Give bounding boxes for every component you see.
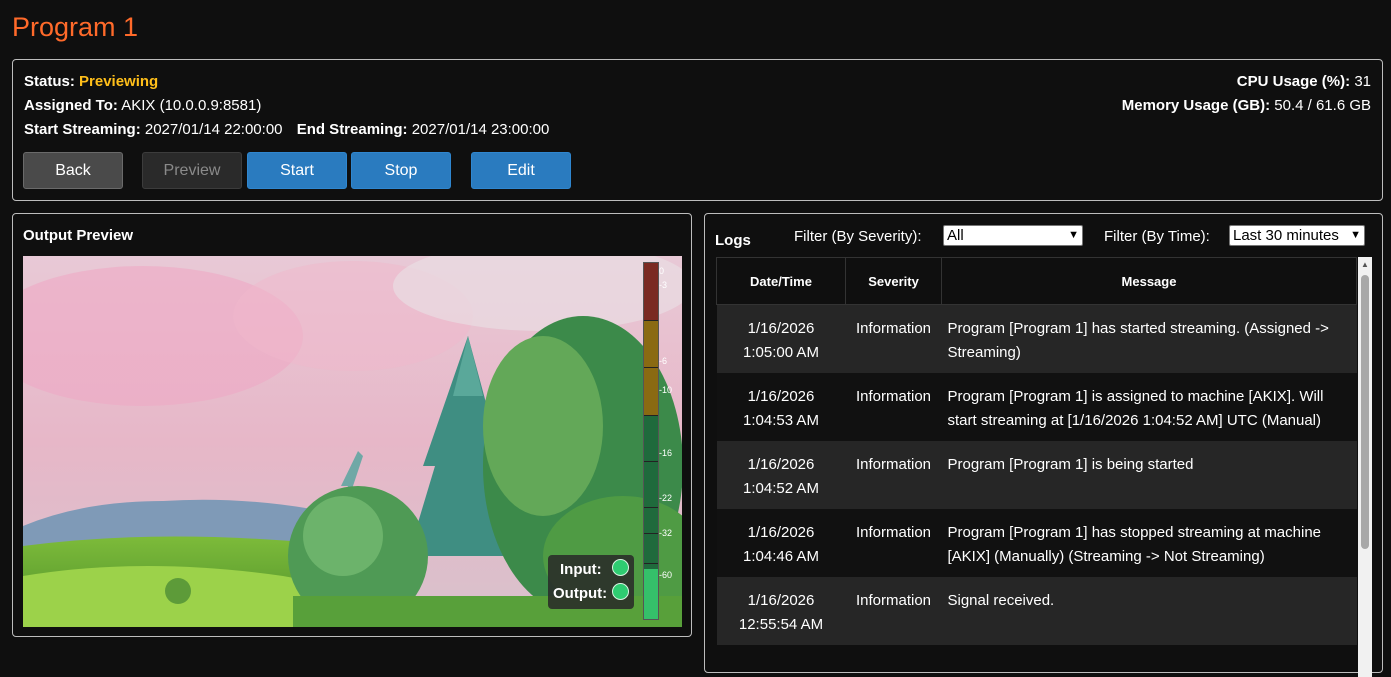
chevron-down-icon: ▼ xyxy=(1068,229,1079,241)
log-message: Signal received. xyxy=(941,577,1357,645)
input-status-icon xyxy=(612,559,629,576)
output-preview-title: Output Preview xyxy=(23,227,134,244)
meter-divider xyxy=(644,415,658,416)
log-severity: Information xyxy=(845,304,942,373)
log-date: 1/16/2026 xyxy=(747,592,815,609)
log-date: 1/16/2026 xyxy=(747,320,815,337)
table-row: 1/16/2026 1:04:46 AM Information Program… xyxy=(716,509,1357,577)
logs-table: Date/Time Severity Message 1/16/2026 1:0… xyxy=(716,257,1357,645)
log-time: 12:55:54 AM xyxy=(738,616,824,633)
output-preview-panel: Output Preview 0 -3 -6 -10 -16 -22 -32 -… xyxy=(12,213,692,637)
table-row: 1/16/2026 1:04:52 AM Information Program… xyxy=(716,441,1357,509)
log-time: 1:05:00 AM xyxy=(743,344,819,361)
cpu-usage-line: CPU Usage (%): 31 xyxy=(1237,73,1371,90)
table-row: 1/16/2026 1:05:00 AM Information Program… xyxy=(716,304,1357,373)
streaming-schedule-line: Start Streaming: 2027/01/14 22:00:00 End… xyxy=(24,121,549,138)
column-header-datetime[interactable]: Date/Time xyxy=(716,257,846,305)
arrow-up-icon[interactable]: ▲ xyxy=(1361,260,1369,269)
audio-level-meter xyxy=(643,262,659,620)
meter-divider xyxy=(644,533,658,534)
meter-divider xyxy=(644,461,658,462)
meter-tick: -10 xyxy=(659,385,673,395)
log-datetime: 1/16/2026 1:04:52 AM xyxy=(716,441,846,509)
assigned-value: AKIX (10.0.0.9:8581) xyxy=(121,97,262,114)
output-label: Output: xyxy=(553,585,608,602)
preview-button[interactable]: Preview xyxy=(142,152,242,189)
log-time: 1:04:46 AM xyxy=(743,548,819,565)
logs-scrollbar[interactable]: ▲ xyxy=(1358,257,1372,677)
meter-divider xyxy=(644,563,658,564)
time-filter-select[interactable]: Last 30 minutes ▼ xyxy=(1229,225,1365,246)
signal-status-box: Input: Output: xyxy=(548,555,634,609)
input-label: Input: xyxy=(560,561,602,578)
meter-tick: -3 xyxy=(659,280,668,290)
log-severity: Information xyxy=(845,373,942,441)
meter-divider xyxy=(644,507,658,508)
meter-divider xyxy=(644,320,658,321)
memory-usage-label: Memory Usage (GB): xyxy=(1121,97,1271,114)
logs-panel: Logs Filter (By Severity): All ▼ Filter … xyxy=(704,213,1383,677)
cpu-usage-value: 31 xyxy=(1354,73,1371,90)
log-time: 1:04:53 AM xyxy=(743,412,819,429)
status-line: Status: Previewing xyxy=(24,73,158,90)
log-datetime: 1/16/2026 1:04:46 AM xyxy=(716,509,846,577)
status-panel: Status: Previewing Assigned To: AKIX (10… xyxy=(12,59,1383,201)
scrollbar-thumb[interactable] xyxy=(1361,275,1369,549)
video-preview[interactable]: 0 -3 -6 -10 -16 -22 -32 -60 Input: Outpu… xyxy=(23,256,682,627)
cpu-usage-label: CPU Usage (%): xyxy=(1236,73,1351,90)
chevron-down-icon: ▼ xyxy=(1350,229,1361,241)
logs-title: Logs xyxy=(715,232,751,249)
start-button[interactable]: Start xyxy=(247,152,347,189)
start-streaming-value: 2027/01/14 22:00:00 xyxy=(144,121,283,138)
logs-header-row: Date/Time Severity Message xyxy=(716,257,1357,305)
log-severity: Information xyxy=(845,441,942,509)
log-date: 1/16/2026 xyxy=(747,388,815,405)
log-date: 1/16/2026 xyxy=(747,456,815,473)
severity-filter-select[interactable]: All ▼ xyxy=(943,225,1083,246)
stop-button[interactable]: Stop xyxy=(351,152,451,189)
column-header-severity[interactable]: Severity xyxy=(845,257,942,305)
start-streaming-label: Start Streaming: xyxy=(24,121,141,138)
memory-usage-value: 50.4 / 61.6 GB xyxy=(1274,97,1371,114)
log-message: Program [Program 1] is assigned to machi… xyxy=(941,373,1357,441)
time-filter-value: Last 30 minutes xyxy=(1233,227,1339,244)
log-severity: Information xyxy=(845,509,942,577)
status-value: Previewing xyxy=(79,73,159,90)
page-title: Program 1 xyxy=(12,12,139,42)
table-row: 1/16/2026 12:55:54 AM Information Signal… xyxy=(716,577,1357,645)
column-header-message[interactable]: Message xyxy=(941,257,1357,305)
status-label: Status: xyxy=(24,73,75,90)
end-streaming-label: End Streaming: xyxy=(296,121,408,138)
log-time: 1:04:52 AM xyxy=(743,480,819,497)
meter-tick: -22 xyxy=(659,493,673,503)
assigned-line: Assigned To: AKIX (10.0.0.9:8581) xyxy=(24,97,261,114)
table-row: 1/16/2026 1:04:53 AM Information Program… xyxy=(716,373,1357,441)
back-button[interactable]: Back xyxy=(23,152,123,189)
log-message: Program [Program 1] has stopped streamin… xyxy=(941,509,1357,577)
severity-filter-label: Filter (By Severity): xyxy=(794,228,922,245)
meter-divider xyxy=(644,367,658,368)
log-message: Program [Program 1] has started streamin… xyxy=(941,304,1357,373)
end-streaming-value: 2027/01/14 23:00:00 xyxy=(411,121,550,138)
meter-tick: -6 xyxy=(659,356,668,366)
severity-filter-value: All xyxy=(947,227,964,244)
log-date: 1/16/2026 xyxy=(747,524,815,541)
log-datetime: 1/16/2026 1:04:53 AM xyxy=(716,373,846,441)
output-status-icon xyxy=(612,583,629,600)
meter-tick: 0 xyxy=(659,266,665,276)
meter-tick: -16 xyxy=(659,448,673,458)
meter-tick: -32 xyxy=(659,528,673,538)
log-datetime: 1/16/2026 1:05:00 AM xyxy=(716,304,846,373)
edit-button[interactable]: Edit xyxy=(471,152,571,189)
assigned-label: Assigned To: xyxy=(24,97,118,114)
log-datetime: 1/16/2026 12:55:54 AM xyxy=(716,577,846,645)
log-message: Program [Program 1] is being started xyxy=(941,441,1357,509)
log-severity: Information xyxy=(845,577,942,645)
meter-tick: -60 xyxy=(659,570,673,580)
memory-usage-line: Memory Usage (GB): 50.4 / 61.6 GB xyxy=(1122,97,1371,114)
time-filter-label: Filter (By Time): xyxy=(1104,228,1210,245)
